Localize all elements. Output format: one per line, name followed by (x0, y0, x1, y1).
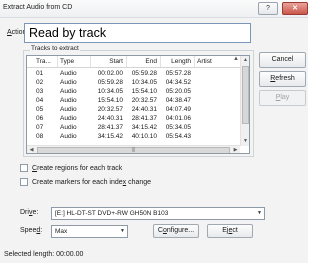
track-end: 10:34.05 (131, 79, 157, 86)
track-start: 20:32.57 (97, 106, 123, 113)
track-number: 06 (36, 115, 44, 122)
track-number: 08 (36, 133, 44, 140)
track-start: 10:34.05 (97, 88, 123, 95)
table-row[interactable]: 01 Audio 00:02.00 05:59.28 05:57.28 (27, 70, 240, 78)
track-start: 05:59.28 (97, 79, 123, 86)
track-type: Audio (60, 97, 77, 104)
track-start: 28:41.37 (97, 124, 123, 131)
table-row[interactable]: 06 Audio 24:40.31 28:41.37 04:01.06 (27, 115, 240, 123)
track-start: 34:15.42 (97, 133, 123, 140)
track-number: 01 (36, 70, 44, 77)
close-button[interactable]: ✕ (282, 2, 308, 15)
horizontal-scrollbar[interactable]: ◀ ||| ▶ (27, 145, 240, 153)
track-length: 05:54.43 (165, 133, 191, 140)
track-type: Audio (60, 115, 77, 122)
track-end: 20:32.57 (131, 97, 157, 104)
eject-button[interactable]: Eject (207, 224, 253, 238)
track-length: 05:57.28 (165, 70, 191, 77)
column-header-artist[interactable]: Artist (197, 58, 212, 67)
tracks-group-label: Tracks to extract (30, 45, 80, 52)
column-header-track[interactable]: Tra... (36, 58, 51, 67)
track-start: 24:40.31 (97, 115, 123, 122)
track-start: 00:02.00 (97, 70, 123, 77)
track-start: 15:54.10 (97, 97, 123, 104)
track-type: Audio (60, 70, 77, 77)
track-type: Audio (60, 133, 77, 140)
track-length: 04:38.47 (165, 97, 191, 104)
vertical-scroll-thumb[interactable] (242, 66, 249, 124)
speed-select[interactable]: Max ▼ (51, 225, 128, 238)
create-markers-label: Create markers for each index change (32, 179, 152, 186)
column-header-end[interactable]: End (129, 58, 157, 67)
column-header-start[interactable]: Start (93, 58, 123, 67)
track-length: 05:34.05 (165, 124, 191, 131)
cancel-button[interactable]: Cancel (259, 52, 306, 68)
play-button[interactable]: Play (259, 90, 306, 106)
chevron-down-icon: ▼ (120, 228, 125, 234)
table-row[interactable]: 04 Audio 15:54.10 20:32.57 04:38.47 (27, 97, 240, 105)
speed-label: Speed: (20, 227, 43, 234)
track-end: 15:54.10 (131, 88, 157, 95)
track-end: 28:41.37 (131, 115, 157, 122)
title-bar: Extract Audio from CD ? ✕ (0, 0, 308, 18)
track-number: 07 (36, 124, 44, 131)
configure-button[interactable]: Configure... (153, 224, 199, 238)
drive-label: Drive: (20, 209, 39, 216)
scroll-left-icon[interactable]: ◀ (27, 146, 36, 153)
refresh-button[interactable]: Refresh (259, 71, 306, 87)
track-number: 03 (36, 88, 44, 95)
table-row[interactable]: 03 Audio 10:34.05 15:54.10 05:20.05 (27, 88, 240, 96)
table-row[interactable]: 07 Audio 28:41.37 34:15.42 05:34.05 (27, 124, 240, 132)
track-length: 04:34.52 (165, 79, 191, 86)
chevron-down-icon: ▼ (257, 210, 262, 216)
create-regions-label: Create regions for each track (32, 165, 123, 172)
track-length: 04:01.06 (165, 115, 191, 122)
drive-select[interactable]: [E:] HL-DT-ST DVD+-RW GH50N B103 ▼ (51, 207, 265, 220)
track-end: 05:59.28 (131, 70, 157, 77)
tracks-list[interactable]: Tra... Type Start End Length Artist ▲ 01… (26, 55, 250, 154)
track-number: 02 (36, 79, 44, 86)
help-button[interactable]: ? (258, 2, 278, 15)
scroll-down-icon[interactable]: ▼ (241, 137, 249, 146)
table-row[interactable]: 05 Audio 20:32.57 24:40.31 04:07.49 (27, 106, 240, 114)
track-end: 24:40.31 (131, 106, 157, 113)
sort-arrow-icon: ▲ (233, 56, 239, 62)
column-header-length[interactable]: Length (163, 58, 191, 67)
create-markers-checkbox[interactable] (20, 178, 28, 186)
track-type: Audio (60, 79, 77, 86)
track-number: 04 (36, 97, 44, 104)
track-end: 34:15.42 (131, 124, 157, 131)
vertical-scrollbar[interactable]: ▲ ▼ (240, 56, 249, 146)
column-header-type[interactable]: Type (60, 58, 74, 67)
track-number: 05 (36, 106, 44, 113)
create-regions-checkbox[interactable] (20, 164, 28, 172)
track-length: 04:07.49 (165, 106, 191, 113)
table-row[interactable]: 02 Audio 05:59.28 10:34.05 04:34.52 (27, 79, 240, 87)
scroll-right-icon[interactable]: ▶ (231, 146, 240, 153)
track-end: 40:10.10 (131, 133, 157, 140)
list-header: Tra... Type Start End Length Artist ▲ (27, 56, 240, 68)
drive-value: [E:] HL-DT-ST DVD+-RW GH50N B103 (55, 210, 169, 217)
scroll-up-icon[interactable]: ▲ (241, 56, 249, 65)
window-title: Extract Audio from CD (3, 4, 73, 11)
extract-audio-dialog: Extract Audio from CD ? ✕ Action: Read b… (0, 0, 308, 263)
horizontal-scroll-thumb[interactable]: ||| (37, 147, 230, 153)
selected-length: Selected length: 00:00.00 (4, 251, 84, 258)
track-type: Audio (60, 88, 77, 95)
track-length: 05:20.05 (165, 88, 191, 95)
speed-value: Max (55, 228, 68, 235)
track-type: Audio (60, 124, 77, 131)
track-type: Audio (60, 106, 77, 113)
action-select[interactable]: Read by track (24, 23, 251, 43)
table-row[interactable]: 08 Audio 34:15.42 40:10.10 05:54.43 (27, 133, 240, 141)
